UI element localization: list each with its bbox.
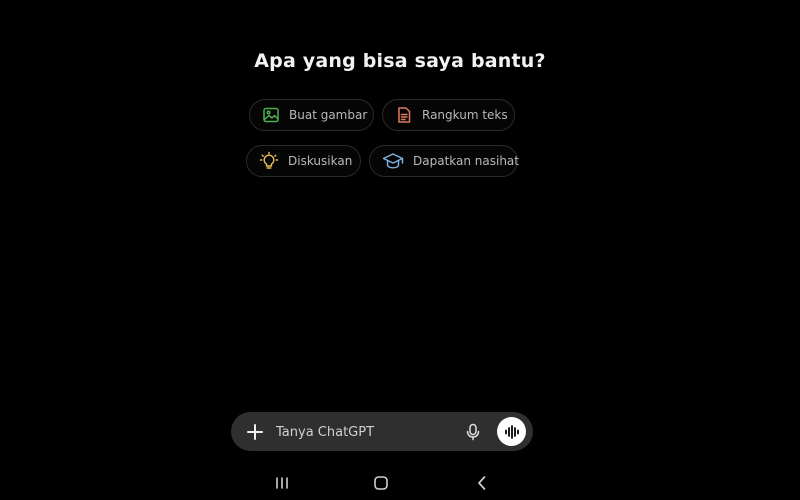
- back-icon[interactable]: [470, 471, 494, 495]
- suggestion-label: Diskusikan: [288, 154, 353, 168]
- suggestion-discuss[interactable]: Diskusikan: [246, 145, 361, 177]
- recents-icon[interactable]: [270, 471, 294, 495]
- system-navigation-bar: [0, 465, 800, 500]
- suggestion-get-advice[interactable]: Dapatkan nasihat: [369, 145, 519, 177]
- voice-waveform-icon[interactable]: [497, 417, 526, 446]
- graduation-cap-icon: [382, 150, 404, 172]
- microphone-icon[interactable]: [461, 420, 485, 444]
- lightbulb-icon: [259, 150, 279, 172]
- message-input[interactable]: [276, 421, 456, 443]
- page-title: Apa yang bisa saya bantu?: [254, 50, 546, 72]
- home-icon[interactable]: [369, 471, 393, 495]
- image-icon: [262, 104, 280, 126]
- suggestion-create-image[interactable]: Buat gambar: [249, 99, 374, 131]
- suggestion-label: Rangkum teks: [422, 108, 508, 122]
- suggestion-summarize-text[interactable]: Rangkum teks: [382, 99, 515, 131]
- plus-icon[interactable]: [241, 418, 269, 446]
- suggestion-label: Dapatkan nasihat: [413, 154, 519, 168]
- suggestion-label: Buat gambar: [289, 108, 368, 122]
- message-composer: [231, 412, 533, 451]
- chat-screen: Apa yang bisa saya bantu? Buat gambar Ra…: [0, 0, 800, 500]
- document-icon: [395, 104, 413, 126]
